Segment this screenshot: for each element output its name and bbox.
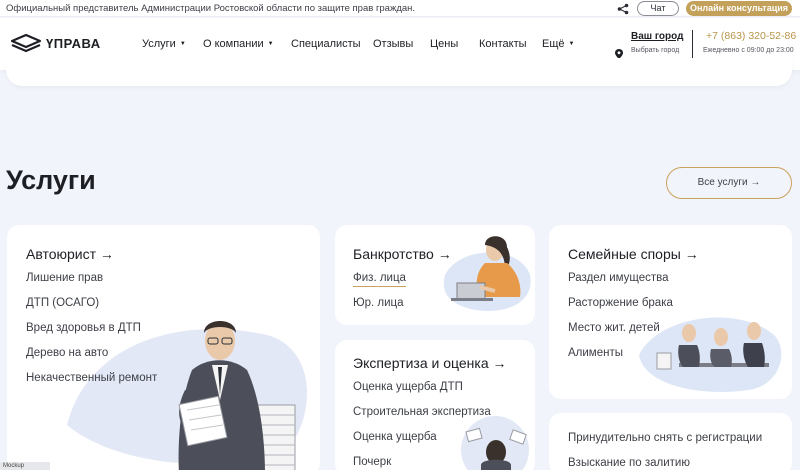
chevron-down-icon: ▼: [179, 41, 186, 47]
header-divider: [692, 30, 693, 58]
service-card-other[interactable]: Принудительно снять с регистрации Взыска…: [549, 413, 792, 470]
online-consultation-button[interactable]: Онлайн консультация: [686, 1, 792, 16]
service-link[interactable]: Алименты: [568, 347, 623, 359]
service-link[interactable]: Юр. лица: [353, 297, 404, 309]
previous-section-card: [6, 58, 792, 86]
logo-text: ҮПРАВА: [46, 36, 101, 51]
service-card-expertise[interactable]: Экспертиза и оценка → Оценка ущерба ДТП …: [335, 340, 535, 470]
nav-services-label: Услуги: [142, 38, 176, 50]
card-title[interactable]: Автоюрист →: [26, 246, 114, 262]
nav-reviews-label: Отзывы: [373, 38, 414, 50]
phone-number[interactable]: +7 (863) 320-52-86: [706, 30, 796, 42]
nav-about-label: О компании: [203, 38, 264, 50]
nav-specialists-label: Специалисты: [291, 38, 361, 50]
nav-prices-label: Цены: [430, 38, 459, 50]
card-title[interactable]: Экспертиза и оценка →: [353, 355, 507, 371]
logo[interactable]: ҮПРАВА: [10, 33, 105, 55]
corner-label: Mockup: [0, 462, 50, 470]
chevron-down-icon: ▼: [568, 41, 575, 47]
working-hours: Ежедневно с 09:00 до 23:00: [703, 47, 794, 54]
nav-about[interactable]: О компании ▼: [203, 38, 274, 50]
service-link[interactable]: Физ. лица: [353, 272, 406, 287]
card-title[interactable]: Семейные споры →: [568, 246, 699, 262]
logo-icon: [10, 33, 42, 53]
service-link[interactable]: Дерево на авто: [26, 347, 108, 359]
service-link[interactable]: Расторжение брака: [568, 297, 673, 309]
service-link[interactable]: Оценка ущерба: [353, 431, 437, 443]
service-link[interactable]: Взыскание по залитию: [568, 457, 690, 469]
nav-reviews[interactable]: Отзывы: [373, 38, 413, 50]
service-link[interactable]: Почерк: [353, 456, 391, 468]
chevron-down-icon: ▼: [267, 41, 274, 47]
services-title: Услуги: [6, 165, 96, 195]
choose-city-link[interactable]: Выбрать город: [631, 47, 679, 54]
service-link[interactable]: Раздел имущества: [568, 272, 669, 284]
nav-contacts[interactable]: Контакты: [479, 38, 527, 50]
service-card-bankruptcy[interactable]: Банкротство → Физ. лица Юр. лица: [335, 225, 535, 325]
service-link[interactable]: Вред здоровья в ДТП: [26, 322, 141, 334]
city-title[interactable]: Ваш город: [631, 31, 683, 42]
chat-button[interactable]: Чат: [637, 1, 679, 16]
service-link[interactable]: Строительная экспертиза: [353, 406, 491, 418]
service-link[interactable]: Некачественный ремонт: [26, 372, 157, 384]
service-link[interactable]: ДТП (ОСАГО): [26, 297, 99, 309]
nav-contacts-label: Контакты: [479, 38, 527, 50]
share-icon[interactable]: [617, 2, 631, 15]
service-link[interactable]: Оценка ущерба ДТП: [353, 381, 463, 393]
nav-more-label: Ещё: [542, 38, 565, 50]
service-card-family-disputes[interactable]: Семейные споры → Раздел имущества Растор…: [549, 225, 792, 399]
nav-specialists[interactable]: Специалисты: [291, 38, 361, 50]
official-notice: Официальный представитель Администрации …: [6, 3, 416, 14]
service-card-autolawyer[interactable]: Автоюрист → Лишение прав ДТП (ОСАГО) Вре…: [7, 225, 320, 470]
card-title[interactable]: Банкротство →: [353, 246, 452, 262]
nav-services[interactable]: Услуги ▼: [142, 38, 186, 50]
nav-prices[interactable]: Цены: [430, 38, 458, 50]
top-bar: Официальный представитель Администрации …: [0, 0, 800, 17]
nav-more[interactable]: Ещё ▼: [542, 38, 574, 50]
service-link[interactable]: Лишение прав: [26, 272, 103, 284]
service-link[interactable]: Место жит. детей: [568, 322, 660, 334]
all-services-button[interactable]: Все услуги →: [666, 167, 792, 199]
service-link[interactable]: Принудительно снять с регистрации: [568, 432, 762, 444]
city-selector[interactable]: Ваш город Выбрать город: [614, 30, 684, 60]
